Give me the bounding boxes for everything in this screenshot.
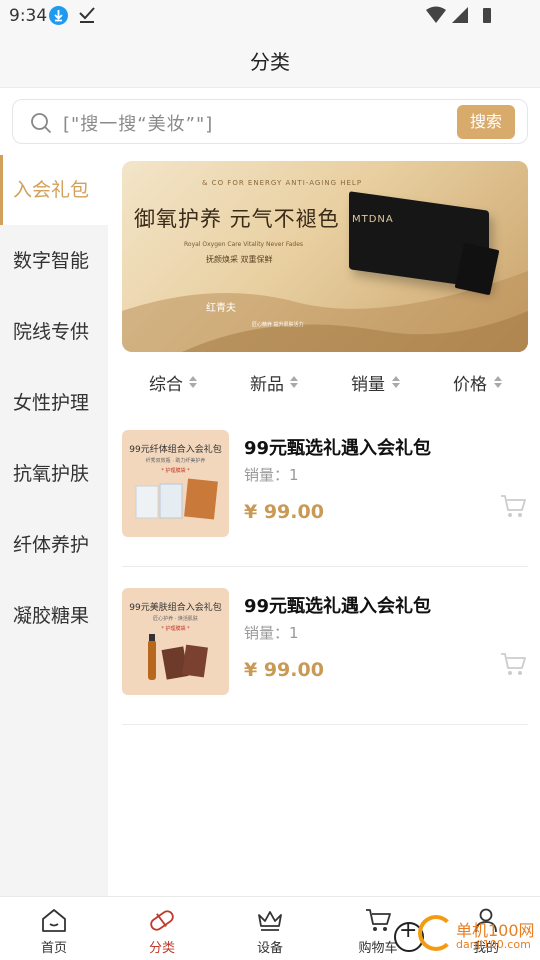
sort-arrows-icon [189, 376, 197, 388]
sort-arrows-icon [290, 376, 298, 388]
thumbnail-tag: * 护理膜袋 * [161, 626, 190, 632]
promo-banner[interactable]: & CO FOR ENERGY ANTI-AGING HELP 御氧护养 元气不… [122, 161, 528, 352]
product-divider [122, 724, 528, 725]
crown-icon [258, 911, 282, 931]
signal-battery-icons [426, 6, 491, 23]
download-notification-icon [49, 6, 68, 25]
thumbnail-title: 99元美肤组合入会礼包 [129, 603, 222, 613]
search-button[interactable]: 搜索 [457, 105, 515, 139]
watermark-orange-ring-icon [418, 915, 454, 951]
nav-category-label: 分类 [148, 941, 175, 956]
product-card[interactable]: 99元美肤组合入会礼包 匠心护养 · 焕活肌肤 * 护理膜袋 * 99元甄选礼遇… [122, 588, 528, 725]
product-thumbnail[interactable]: 99元纤体组合入会礼包 纤秀双效瓶 · 助力纤美护养 * 护理膜袋 * [122, 430, 229, 537]
banner-footer-text: 匠心精养 提升肌肤活力 [252, 322, 304, 328]
thumbnail-product-items [148, 634, 208, 680]
nav-home[interactable]: 首页 [0, 897, 108, 960]
banner-english-subtitle: Royal Oxygen Care Vitality Never Fades [184, 241, 304, 248]
thumbnail-subtitle: 匠心护养 · 焕活肌肤 [153, 616, 198, 622]
banner-product-label: MTDNA [352, 214, 394, 225]
product-name[interactable]: 99元甄选礼遇入会礼包 [244, 434, 431, 460]
search-icon [31, 113, 52, 134]
add-to-cart-icon[interactable] [500, 493, 526, 519]
category-sidebar: 入会礼包 数字智能 院线专供 女性护理 抗氧护肤 纤体养护 凝胶糖果 [0, 155, 108, 897]
cart-icon [366, 909, 391, 931]
category-capsule-icon [150, 910, 174, 931]
add-to-cart-icon[interactable] [500, 651, 526, 677]
nav-category[interactable]: 分类 [108, 897, 216, 960]
product-thumbnail[interactable]: 99元美肤组合入会礼包 匠心护养 · 焕活肌肤 * 护理膜袋 * [122, 588, 229, 695]
banner-tagline: 抚颜焕采 双重保鲜 [206, 255, 273, 264]
app-header: 分类 [0, 32, 540, 88]
sidebar-item-antioxidant-skincare[interactable]: 抗氧护肤 [0, 439, 108, 509]
banner-headline: 御氧护养 元气不褪色 [134, 207, 340, 231]
thumbnail-subtitle: 纤秀双效瓶 · 助力纤美护养 [145, 458, 206, 464]
sidebar-item-gel-candy[interactable]: 凝胶糖果 [0, 581, 108, 651]
search-input[interactable]: ["搜一搜“美妆”"] [63, 110, 213, 136]
search-bar[interactable]: ["搜一搜“美妆”"] 搜索 [12, 99, 528, 144]
status-time: 9:34 [9, 6, 48, 26]
watermark-url: danji100.com [456, 938, 531, 951]
sidebar-item-salon-exclusive[interactable]: 院线专供 [0, 297, 108, 367]
product-divider [122, 566, 528, 567]
banner-small-caption: & CO FOR ENERGY ANTI-AGING HELP [202, 179, 363, 187]
home-icon [42, 909, 66, 932]
product-sales: 销量：1 [244, 466, 299, 484]
sort-sales[interactable]: 销量 [351, 370, 385, 395]
sort-arrows-icon [494, 376, 502, 388]
sidebar-item-membership-pack[interactable]: 入会礼包 [0, 155, 108, 225]
sort-new[interactable]: 新品 [250, 370, 284, 395]
product-card[interactable]: 99元纤体组合入会礼包 纤秀双效瓶 · 助力纤美护养 * 护理膜袋 * 99元甄… [122, 430, 528, 567]
product-sales: 销量：1 [244, 624, 299, 642]
product-name[interactable]: 99元甄选礼遇入会礼包 [244, 592, 431, 618]
sidebar-item-digital-smart[interactable]: 数字智能 [0, 226, 108, 296]
sort-price[interactable]: 价格 [453, 370, 487, 395]
nav-device-label: 设备 [256, 941, 283, 956]
nav-device[interactable]: 设备 [216, 897, 324, 960]
sidebar-item-slimming-care[interactable]: 纤体养护 [0, 510, 108, 580]
thumbnail-tag: * 护理膜袋 * [161, 468, 190, 474]
banner-brand-logo: 红青夫 [206, 303, 236, 314]
thumbnail-title: 99元纤体组合入会礼包 [129, 445, 222, 455]
nav-home-label: 首页 [40, 941, 67, 956]
sort-comprehensive[interactable]: 综合 [149, 370, 183, 395]
thumbnail-product-boxes [135, 478, 218, 520]
status-bar: 9:34 [0, 0, 540, 32]
page-title: 分类 [250, 50, 290, 74]
watermark-plus-icon: + [399, 918, 418, 943]
product-price: ¥ 99.00 [244, 501, 324, 523]
sidebar-item-female-care[interactable]: 女性护理 [0, 368, 108, 438]
download-done-icon [79, 7, 95, 23]
sort-arrows-icon [392, 376, 400, 388]
product-price: ¥ 99.00 [244, 659, 324, 681]
